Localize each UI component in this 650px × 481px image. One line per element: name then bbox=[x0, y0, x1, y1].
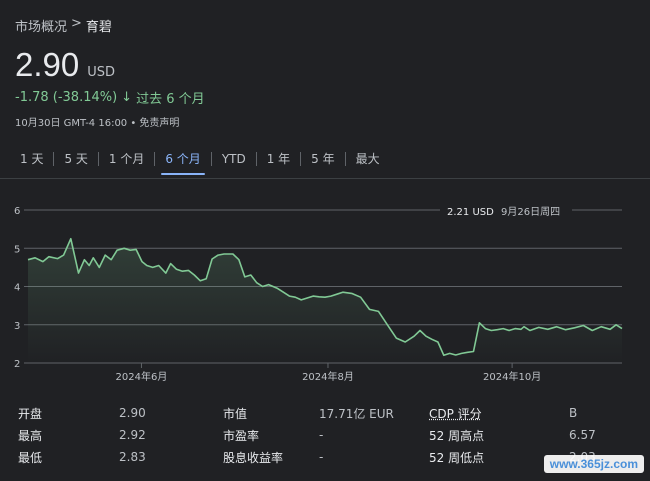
tab-6m[interactable]: 6 个月 bbox=[155, 146, 210, 175]
breadcrumb-current: 育碧 bbox=[85, 20, 112, 35]
arrow-down-icon: ↓ bbox=[121, 90, 133, 105]
x-tick-label: 2024年8月 bbox=[302, 370, 354, 383]
tab-ytd[interactable]: YTD bbox=[212, 148, 256, 170]
y-tick-label: 6 bbox=[14, 206, 20, 217]
tab-max[interactable]: 最大 bbox=[346, 146, 390, 171]
breadcrumb: 市场概况 > 育碧 bbox=[15, 16, 112, 35]
y-tick-label: 3 bbox=[14, 321, 20, 332]
change-value: -1.78 (-38.14%) bbox=[15, 90, 118, 105]
stat-value-open: 2.90 bbox=[119, 406, 146, 420]
breadcrumb-root[interactable]: 市场概况 bbox=[15, 16, 67, 35]
stat-value-52w-high: 6.57 bbox=[569, 428, 596, 442]
stat-label-52w-high: 52 周高点 bbox=[429, 428, 485, 443]
price-row: 2.90 USD bbox=[15, 46, 115, 84]
stat-label-pe: 市盈率 bbox=[223, 428, 260, 443]
stat-label-low: 最低 bbox=[18, 450, 43, 465]
currency-label: USD bbox=[87, 65, 116, 80]
stat-value-pe: - bbox=[319, 428, 324, 442]
y-tick-label: 5 bbox=[14, 244, 20, 255]
price-chart[interactable]: 2 3 4 5 6 2024年6月 2024年8月 2024年10月 2.21 USD 9月26日… bbox=[0, 180, 650, 390]
stat-label-high: 最高 bbox=[18, 428, 43, 443]
stats-row: 开盘 2.90 市值 17.71亿 EUR CDP 评分 B bbox=[18, 402, 640, 424]
stat-label-dividend-yield: 股息收益率 bbox=[223, 450, 284, 465]
stat-value-dividend-yield: - bbox=[319, 450, 324, 464]
change-period: 过去 6 个月 bbox=[136, 92, 205, 107]
tab-5y[interactable]: 5 年 bbox=[301, 146, 344, 171]
tab-1m[interactable]: 1 个月 bbox=[99, 146, 154, 171]
tooltip-date: 9月26日周四 bbox=[501, 206, 560, 218]
y-tick-label: 2 bbox=[14, 359, 20, 370]
tab-5d[interactable]: 5 天 bbox=[54, 146, 97, 171]
range-tabs: 1 天 5 天 1 个月 6 个月 YTD 1 年 5 年 最大 bbox=[10, 146, 390, 175]
stats-row: 最高 2.92 市盈率 - 52 周高点 6.57 bbox=[18, 424, 640, 446]
stat-value-market-cap: 17.71亿 EUR bbox=[319, 406, 394, 421]
breadcrumb-separator: > bbox=[71, 16, 82, 31]
tab-1y[interactable]: 1 年 bbox=[257, 146, 300, 171]
x-tick-label: 2024年10月 bbox=[483, 370, 541, 383]
stat-value-low: 2.83 bbox=[119, 450, 146, 464]
tab-1d[interactable]: 1 天 bbox=[10, 146, 53, 171]
stat-value-high: 2.92 bbox=[119, 428, 146, 442]
x-tick-label: 2024年6月 bbox=[116, 370, 168, 383]
tabs-divider bbox=[0, 178, 650, 179]
stat-label-market-cap: 市值 bbox=[223, 406, 248, 421]
price-area bbox=[28, 238, 622, 363]
stat-label-open: 开盘 bbox=[18, 406, 43, 421]
stat-label-cdp-score[interactable]: CDP 评分 bbox=[429, 405, 569, 422]
tooltip-value: 2.21 USD bbox=[447, 207, 494, 218]
quote-timestamp[interactable]: 10月30日 GMT-4 16:00 • 免责声明 bbox=[15, 114, 179, 129]
price-change: -1.78 (-38.14%) ↓ 过去 6 个月 bbox=[15, 88, 205, 107]
watermark: www.365jz.com bbox=[543, 455, 644, 473]
y-tick-label: 4 bbox=[14, 283, 20, 294]
current-price: 2.90 bbox=[15, 46, 80, 83]
stat-value-cdp-score: B bbox=[569, 406, 578, 420]
